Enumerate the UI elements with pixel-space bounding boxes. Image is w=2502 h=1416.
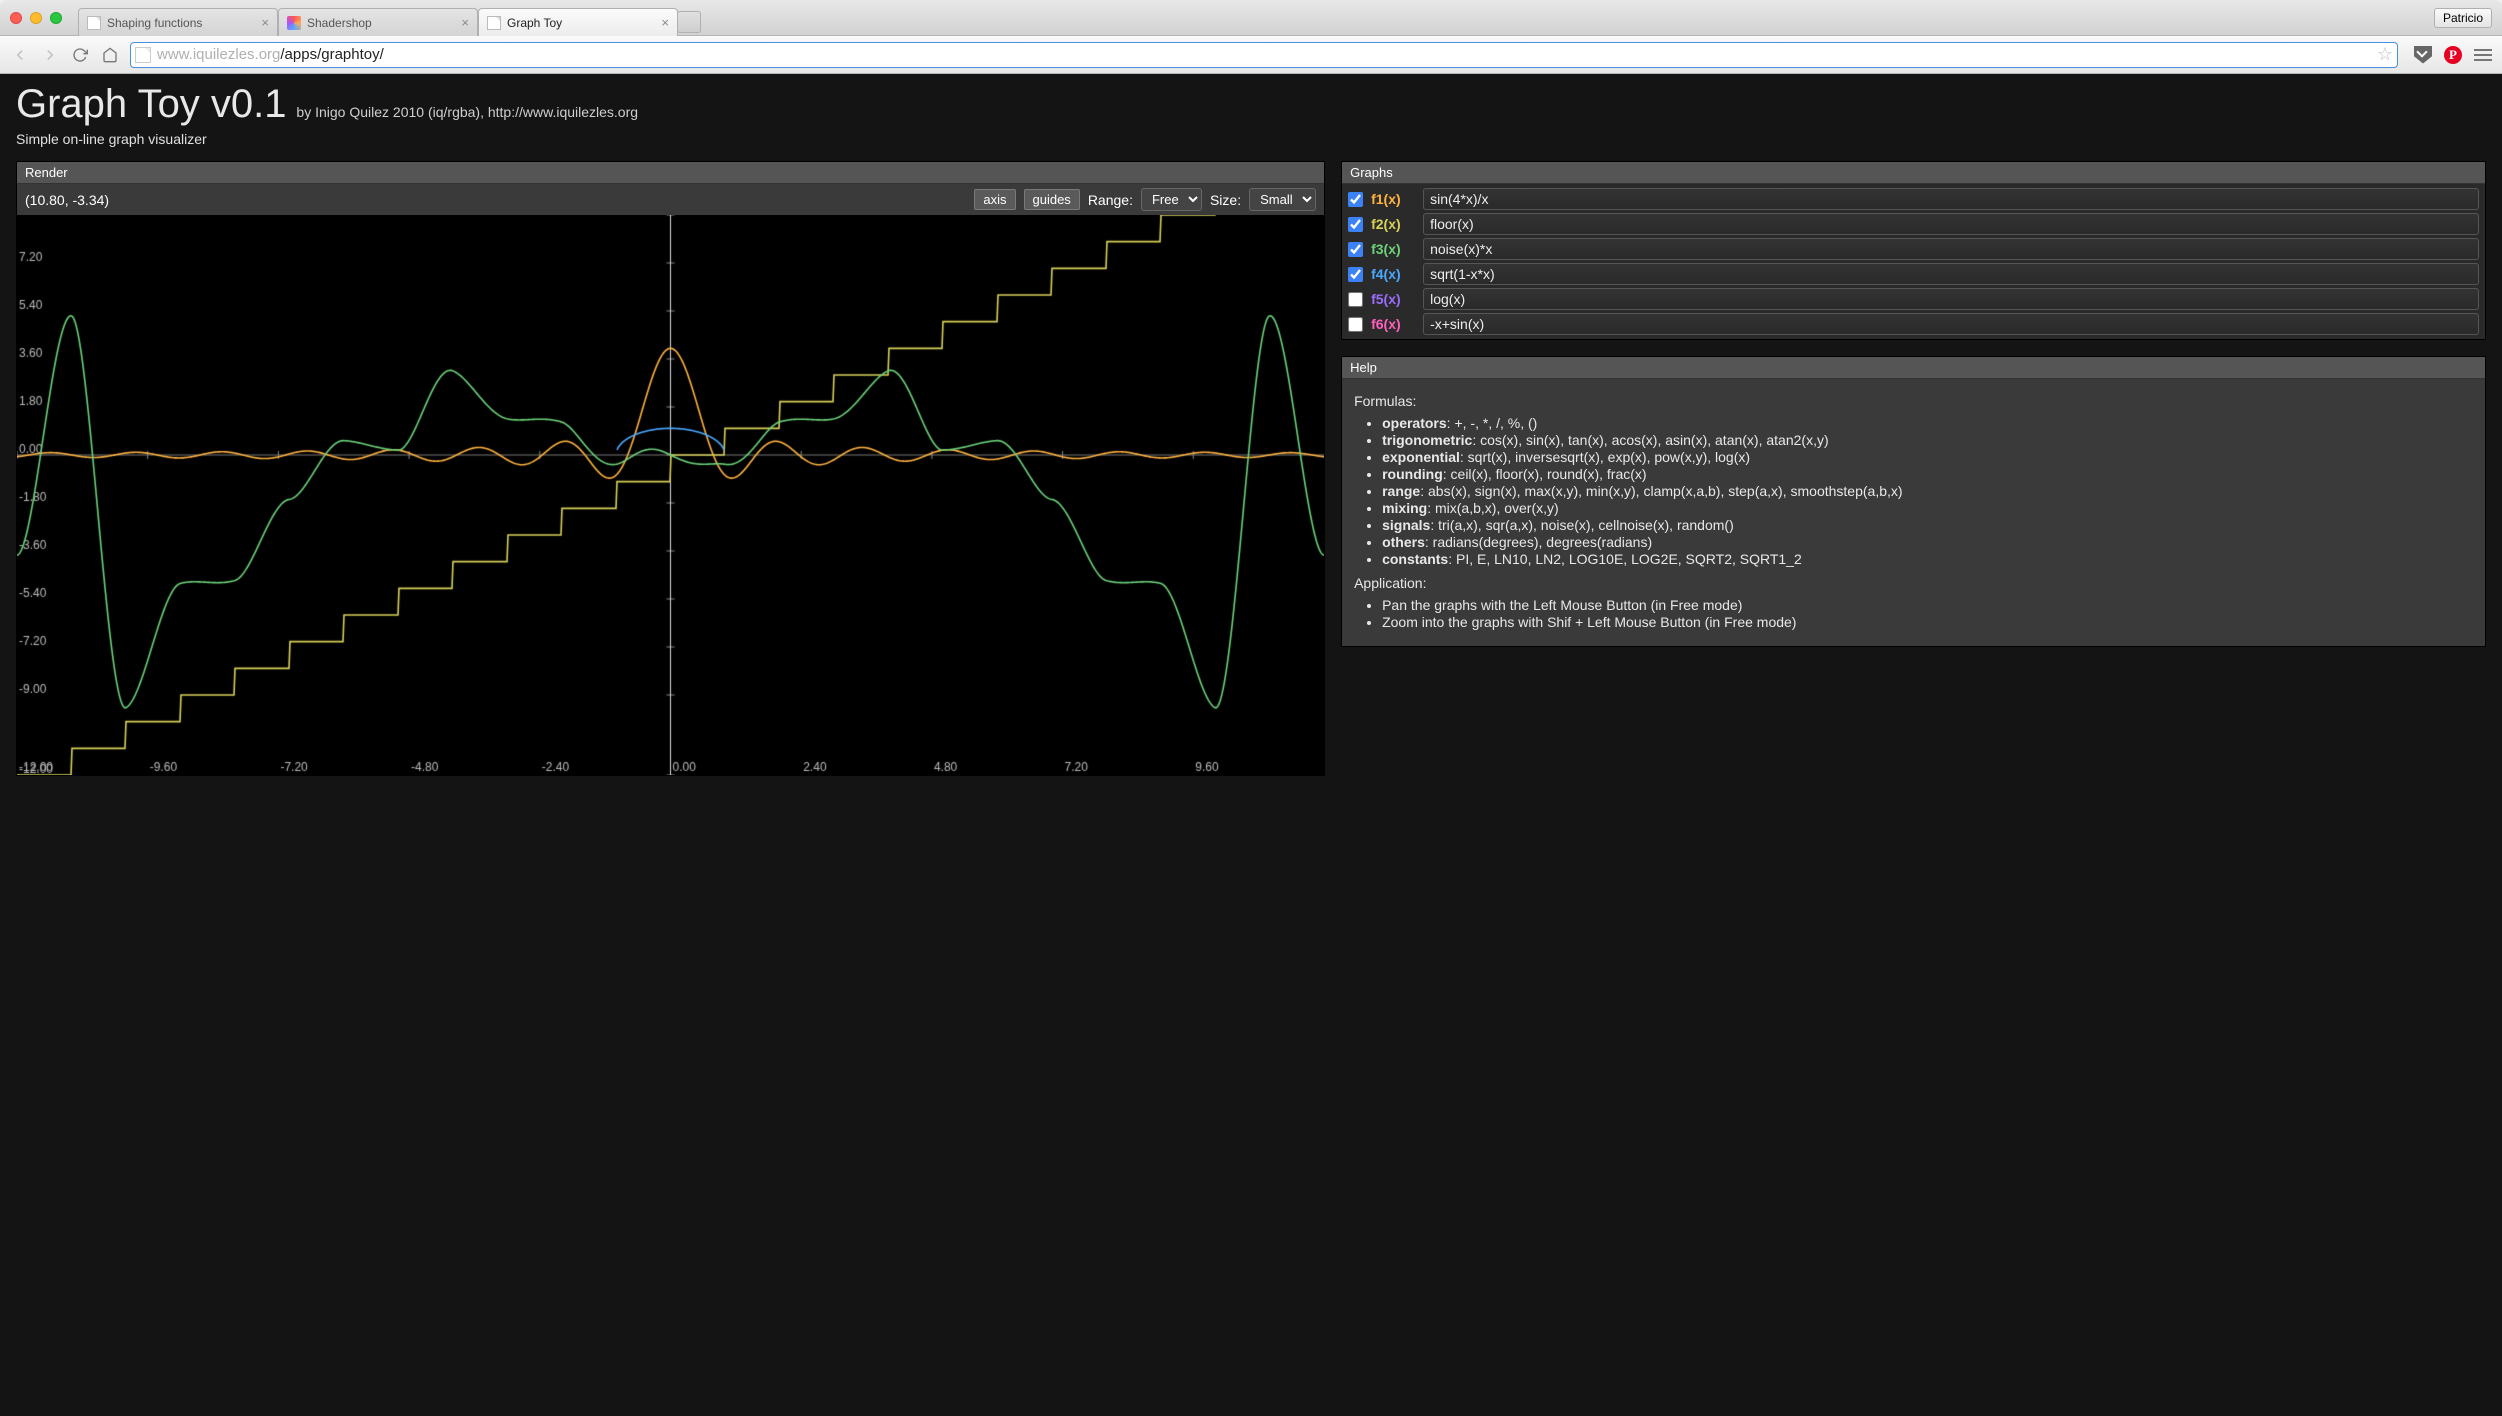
graphs-panel-title: Graphs xyxy=(1342,162,2485,184)
function-label: f3(x) xyxy=(1371,241,1415,257)
help-item: rounding: ceil(x), floor(x), round(x), f… xyxy=(1382,466,2473,482)
help-item: constants: PI, E, LN10, LN2, LOG10E, LOG… xyxy=(1382,551,2473,567)
function-row: f5(x) xyxy=(1348,288,2479,310)
function-label: f5(x) xyxy=(1371,291,1415,307)
titlebar: Shaping functions × Shadershop × Graph T… xyxy=(0,0,2502,36)
page-icon xyxy=(135,47,151,63)
function-enable-checkbox[interactable] xyxy=(1348,242,1363,257)
page-icon xyxy=(87,16,101,30)
maximize-icon[interactable] xyxy=(50,12,62,24)
help-item: signals: tri(a,x), sqr(a,x), noise(x), c… xyxy=(1382,517,2473,533)
subtitle: Simple on-line graph visualizer xyxy=(16,131,2486,147)
nav-toolbar: www.iquilezles.org/apps/graphtoy/ ☆ P xyxy=(0,36,2502,74)
bookmark-star-icon[interactable]: ☆ xyxy=(2377,44,2393,65)
size-label: Size: xyxy=(1210,192,1241,208)
axis-button[interactable]: axis xyxy=(974,189,1015,210)
url-text: www.iquilezles.org/apps/graphtoy/ xyxy=(157,46,384,63)
new-tab-button[interactable] xyxy=(677,11,701,33)
reload-button[interactable] xyxy=(70,45,90,65)
range-select[interactable]: Free xyxy=(1141,188,1202,211)
function-list: f1(x) f2(x) f3(x) f4(x) f5(x) f6(x) xyxy=(1342,184,2485,339)
function-row: f2(x) xyxy=(1348,213,2479,235)
help-formulas-list: operators: +, -, *, /, %, ()trigonometri… xyxy=(1382,415,2473,567)
menu-icon[interactable] xyxy=(2474,49,2492,61)
graph-canvas-wrap xyxy=(17,215,1324,775)
page-content: Graph Toy v0.1 by Inigo Quilez 2010 (iq/… xyxy=(0,74,2502,1416)
close-icon[interactable] xyxy=(10,12,22,24)
tab-shadershop[interactable]: Shadershop × xyxy=(278,8,478,36)
close-tab-icon[interactable]: × xyxy=(261,15,269,30)
tab-label: Graph Toy xyxy=(507,16,562,30)
function-expression-input[interactable] xyxy=(1423,263,2479,285)
address-bar[interactable]: www.iquilezles.org/apps/graphtoy/ ☆ xyxy=(130,42,2398,68)
tab-strip: Shaping functions × Shadershop × Graph T… xyxy=(78,0,2434,35)
cursor-coords: (10.80, -3.34) xyxy=(25,192,165,208)
function-enable-checkbox[interactable] xyxy=(1348,292,1363,307)
function-expression-input[interactable] xyxy=(1423,188,2479,210)
window-controls xyxy=(10,12,62,24)
function-expression-input[interactable] xyxy=(1423,288,2479,310)
function-enable-checkbox[interactable] xyxy=(1348,217,1363,232)
function-row: f6(x) xyxy=(1348,313,2479,335)
close-tab-icon[interactable]: × xyxy=(461,15,469,30)
help-item: mixing: mix(a,b,x), over(x,y) xyxy=(1382,500,2473,516)
help-item: range: abs(x), sign(x), max(x,y), min(x,… xyxy=(1382,483,2473,499)
size-select[interactable]: Small xyxy=(1249,188,1316,211)
help-app-heading: Application: xyxy=(1354,575,2473,591)
help-panel-title: Help xyxy=(1342,357,2485,379)
function-expression-input[interactable] xyxy=(1423,213,2479,235)
page-title: Graph Toy v0.1 xyxy=(16,82,287,126)
profile-button[interactable]: Patricio xyxy=(2434,8,2492,28)
close-tab-icon[interactable]: × xyxy=(661,15,669,30)
function-label: f1(x) xyxy=(1371,191,1415,207)
graphs-panel: Graphs f1(x) f2(x) f3(x) f4(x) f5(x) f6(x) xyxy=(1341,161,2486,340)
help-content: Formulas: operators: +, -, *, /, %, ()tr… xyxy=(1342,379,2485,646)
help-item: operators: +, -, *, /, %, () xyxy=(1382,415,2473,431)
pinterest-icon[interactable]: P xyxy=(2444,46,2462,64)
pocket-icon[interactable] xyxy=(2414,46,2432,64)
tab-shaping-functions[interactable]: Shaping functions × xyxy=(78,8,278,36)
help-formulas-heading: Formulas: xyxy=(1354,393,2473,409)
function-label: f2(x) xyxy=(1371,216,1415,232)
graph-canvas[interactable] xyxy=(17,215,1324,775)
function-enable-checkbox[interactable] xyxy=(1348,192,1363,207)
help-panel: Help Formulas: operators: +, -, *, /, %,… xyxy=(1341,356,2486,647)
tab-label: Shadershop xyxy=(307,16,372,30)
browser-window: Shaping functions × Shadershop × Graph T… xyxy=(0,0,2502,1416)
back-button[interactable] xyxy=(10,45,30,65)
tab-label: Shaping functions xyxy=(107,16,202,30)
help-item: Pan the graphs with the Left Mouse Butto… xyxy=(1382,597,2473,613)
help-item: trigonometric: cos(x), sin(x), tan(x), a… xyxy=(1382,432,2473,448)
help-item: others: radians(degrees), degrees(radian… xyxy=(1382,534,2473,550)
function-row: f4(x) xyxy=(1348,263,2479,285)
extensions: P xyxy=(2414,46,2492,64)
render-controls: (10.80, -3.34) axis guides Range: Free S… xyxy=(17,184,1324,215)
byline: by Inigo Quilez 2010 (iq/rgba), http://w… xyxy=(296,104,638,120)
help-app-list: Pan the graphs with the Left Mouse Butto… xyxy=(1382,597,2473,630)
render-panel-title: Render xyxy=(17,162,1324,184)
app-icon xyxy=(287,16,301,30)
function-expression-input[interactable] xyxy=(1423,313,2479,335)
tab-graph-toy[interactable]: Graph Toy × xyxy=(478,8,678,36)
help-item: exponential: sqrt(x), inversesqrt(x), ex… xyxy=(1382,449,2473,465)
page-header: Graph Toy v0.1 by Inigo Quilez 2010 (iq/… xyxy=(0,74,2502,151)
function-enable-checkbox[interactable] xyxy=(1348,267,1363,282)
render-panel: Render (10.80, -3.34) axis guides Range:… xyxy=(16,161,1325,776)
function-expression-input[interactable] xyxy=(1423,238,2479,260)
function-enable-checkbox[interactable] xyxy=(1348,317,1363,332)
home-button[interactable] xyxy=(100,45,120,65)
guides-button[interactable]: guides xyxy=(1024,189,1080,210)
function-label: f4(x) xyxy=(1371,266,1415,282)
function-label: f6(x) xyxy=(1371,316,1415,332)
range-label: Range: xyxy=(1088,192,1133,208)
forward-button[interactable] xyxy=(40,45,60,65)
help-item: Zoom into the graphs with Shif + Left Mo… xyxy=(1382,614,2473,630)
page-icon xyxy=(487,16,501,30)
function-row: f1(x) xyxy=(1348,188,2479,210)
function-row: f3(x) xyxy=(1348,238,2479,260)
minimize-icon[interactable] xyxy=(30,12,42,24)
